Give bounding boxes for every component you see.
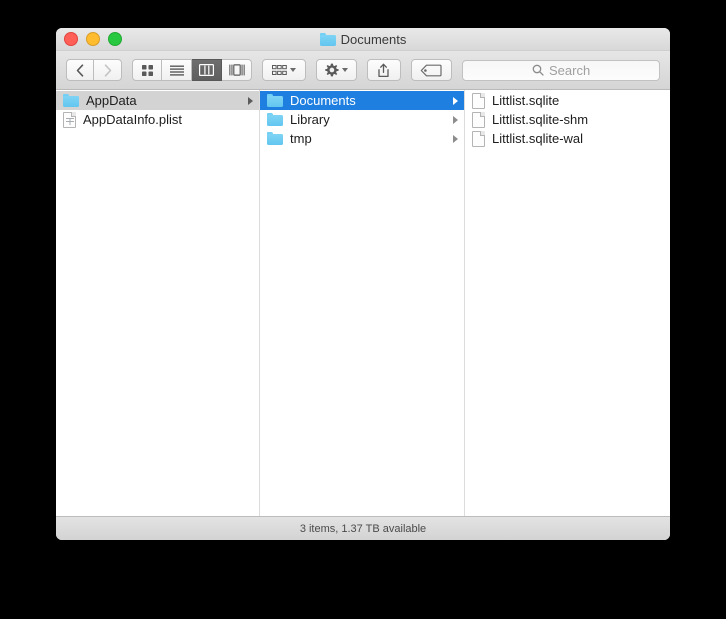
search-input[interactable]: Search — [462, 59, 660, 81]
chevron-left-icon — [76, 63, 84, 77]
folder-icon — [267, 132, 283, 145]
plist-file-icon — [63, 111, 76, 128]
list-item[interactable]: AppDataInfo.plist — [56, 110, 259, 129]
list-item-label: Littlist.sqlite-shm — [492, 112, 589, 127]
share-icon — [378, 63, 390, 77]
disclosure-arrow-icon — [453, 115, 458, 124]
column-2[interactable]: Documents Library tmp — [260, 90, 465, 516]
column-1[interactable]: AppData AppDataInfo.plist — [56, 90, 260, 516]
view-mode-switcher — [132, 59, 252, 81]
zoom-button[interactable] — [108, 32, 122, 46]
minimize-button[interactable] — [86, 32, 100, 46]
list-item-label: Littlist.sqlite — [492, 93, 560, 108]
forward-button[interactable] — [94, 59, 122, 81]
share-button[interactable] — [367, 59, 401, 81]
tag-button[interactable] — [410, 59, 453, 81]
gallery-icon — [228, 64, 245, 76]
traffic-light-group — [64, 28, 122, 50]
list-item-label: AppData — [86, 93, 137, 108]
list-item-label: Library — [290, 112, 330, 127]
window-title-text: Documents — [340, 31, 407, 47]
search-placeholder: Search — [549, 62, 591, 78]
list-item-label: tmp — [290, 131, 312, 146]
folder-icon — [319, 32, 336, 46]
disclosure-arrow-icon — [453, 96, 458, 105]
action-menu-button[interactable] — [315, 59, 358, 81]
disclosure-arrow-icon — [453, 134, 458, 143]
folder-icon — [267, 113, 283, 126]
window-titlebar[interactable]: Documents — [56, 28, 670, 51]
folder-icon — [267, 94, 283, 107]
chevron-down-icon — [289, 68, 296, 72]
document-icon — [472, 111, 485, 128]
chevron-right-icon — [104, 63, 111, 77]
search-icon — [532, 64, 544, 76]
column-view-button[interactable] — [192, 59, 222, 81]
list-item[interactable]: Documents — [260, 91, 464, 110]
status-bar: 3 items, 1.37 TB available — [56, 516, 670, 540]
navigation-buttons — [66, 59, 122, 81]
list-item-label: AppDataInfo.plist — [83, 112, 183, 127]
document-icon — [472, 92, 485, 109]
columns-icon — [199, 64, 214, 76]
list-item[interactable]: Littlist.sqlite — [465, 91, 670, 110]
tag-icon — [421, 64, 443, 76]
status-bar-text: 3 items, 1.37 TB available — [299, 522, 427, 535]
folder-icon — [63, 94, 79, 107]
arrange-button[interactable] — [262, 59, 306, 81]
back-button[interactable] — [66, 59, 94, 81]
close-button[interactable] — [64, 32, 78, 46]
window-title: Documents — [56, 32, 670, 47]
list-item[interactable]: Littlist.sqlite-shm — [465, 110, 670, 129]
toolbar: Search — [56, 51, 670, 90]
list-item[interactable]: AppData — [56, 91, 259, 110]
column-3[interactable]: Littlist.sqlite Littlist.sqlite-shm Litt… — [465, 90, 670, 516]
chevron-down-icon — [342, 68, 349, 72]
icon-view-button[interactable] — [132, 59, 162, 81]
arrange-grid-icon — [271, 64, 287, 75]
list-lines-icon — [169, 65, 184, 76]
document-icon — [472, 130, 485, 147]
list-item[interactable]: tmp — [260, 129, 464, 148]
list-item[interactable]: Littlist.sqlite-wal — [465, 129, 670, 148]
gallery-view-button[interactable] — [222, 59, 252, 81]
list-item-label: Littlist.sqlite-wal — [492, 131, 584, 146]
finder-window: Documents Search AppData AppDataInfo.pli… — [56, 28, 670, 540]
column-browser: AppData AppDataInfo.plist Documents Libr… — [56, 90, 670, 516]
gear-icon — [325, 63, 339, 76]
disclosure-arrow-icon — [248, 96, 253, 105]
list-view-button[interactable] — [162, 59, 192, 81]
grid-icon — [141, 64, 153, 76]
list-item-label: Documents — [290, 93, 356, 108]
list-item[interactable]: Library — [260, 110, 464, 129]
